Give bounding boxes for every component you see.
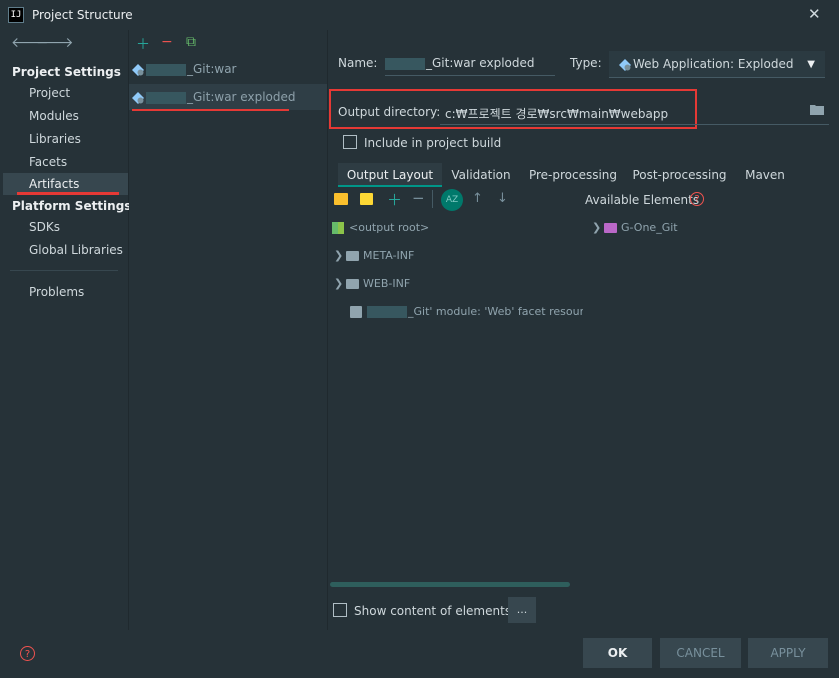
sort-alpha-icon[interactable]: AZ: [441, 189, 463, 211]
sidebar-item-project[interactable]: Project: [0, 82, 128, 104]
redacted-text: [385, 57, 425, 70]
tab-output-layout[interactable]: Output Layout: [338, 163, 442, 187]
redacted-text: [146, 63, 186, 76]
intellij-logo-icon: IJ: [8, 7, 24, 23]
type-dropdown[interactable]: Web Application: Exploded ▼: [609, 51, 825, 78]
artifact-name: _Git:war exploded: [187, 90, 296, 104]
remove-icon[interactable]: −: [161, 34, 173, 50]
sidebar-divider: [10, 270, 118, 271]
output-directory-label: Output directory:: [338, 105, 441, 119]
add-icon[interactable]: ＋: [136, 34, 150, 54]
new-directory-icon[interactable]: [334, 193, 348, 205]
add-element-icon[interactable]: ＋: [387, 189, 402, 210]
chevron-down-icon: ▼: [807, 59, 815, 70]
include-in-build-checkbox[interactable]: [343, 135, 357, 149]
name-label: Name:: [338, 56, 378, 70]
copy-icon[interactable]: ⧉: [186, 34, 196, 50]
move-down-icon[interactable]: ↓: [497, 191, 508, 206]
type-value: Web Application: Exploded: [633, 57, 794, 71]
help-icon[interactable]: ?: [690, 192, 704, 206]
chevron-right-icon: ❯: [334, 249, 344, 262]
output-directory-underline: [440, 124, 829, 125]
sidebar-item-modules[interactable]: Modules: [0, 105, 128, 127]
tree-output-root[interactable]: <output root>: [332, 217, 429, 239]
archive-root-icon: [332, 222, 344, 234]
apply-button[interactable]: APPLY: [748, 638, 828, 668]
move-up-icon[interactable]: ↑: [472, 191, 483, 206]
toolbar-separator: [432, 190, 433, 208]
available-elements-header: Available Elements: [585, 193, 700, 207]
tree-folder-meta-inf[interactable]: ❯ META-INF: [334, 245, 414, 267]
show-content-label: Show content of elements: [354, 604, 512, 618]
cancel-button[interactable]: CANCEL: [660, 638, 741, 668]
remove-element-icon[interactable]: −: [412, 189, 425, 207]
web-artifact-icon: [132, 63, 144, 76]
ok-button[interactable]: OK: [583, 638, 652, 668]
module-facet-label: _Git' module: 'Web' facet resourc: [408, 305, 583, 318]
window-title: Project Structure: [32, 8, 133, 22]
tab-pre-processing[interactable]: Pre-processing: [526, 163, 620, 187]
available-item-g-one-git[interactable]: ❯ G-One_Git: [592, 217, 678, 239]
web-facet-icon: [350, 306, 362, 318]
artifacts-red-underline: [17, 192, 119, 195]
artifact-item-war[interactable]: _Git:war: [129, 56, 327, 82]
sidebar-item-problems[interactable]: Problems: [0, 281, 128, 303]
horizontal-scrollbar[interactable]: [330, 582, 570, 587]
chevron-right-icon: ❯: [592, 221, 602, 234]
artifact-name: _Git:war: [187, 62, 237, 76]
type-label: Type:: [570, 56, 602, 70]
module-folder-icon: [604, 223, 617, 233]
folder-label: WEB-INF: [363, 277, 411, 290]
more-button[interactable]: ...: [508, 597, 536, 623]
chevron-right-icon: ❯: [334, 277, 344, 290]
folder-open-icon[interactable]: [810, 103, 824, 119]
tab-post-processing[interactable]: Post-processing: [630, 163, 729, 187]
web-artifact-icon: [619, 58, 631, 71]
artifacts-list-pane: [129, 30, 328, 630]
tab-validation[interactable]: Validation: [446, 163, 516, 187]
tree-folder-web-inf[interactable]: ❯ WEB-INF: [334, 273, 410, 295]
tree-module-facet-resources[interactable]: _Git' module: 'Web' facet resourc: [350, 301, 583, 323]
name-field[interactable]: _Git:war exploded: [385, 52, 555, 74]
sidebar-item-sdks[interactable]: SDKs: [0, 216, 128, 238]
close-icon[interactable]: ✕: [808, 5, 821, 23]
tab-maven[interactable]: Maven: [740, 163, 790, 187]
folder-icon: [346, 279, 359, 289]
redacted-text: [146, 91, 186, 104]
name-field-underline: [385, 75, 555, 76]
folder-label: META-INF: [363, 249, 415, 262]
name-value: _Git:war exploded: [426, 56, 535, 70]
sidebar-item-global-libraries[interactable]: Global Libraries: [0, 239, 128, 261]
sidebar-item-facets[interactable]: Facets: [0, 151, 128, 173]
output-directory-input[interactable]: c:₩프로젝트 경로₩src₩main₩webapp: [445, 105, 691, 122]
folder-icon: [346, 251, 359, 261]
available-item-label: G-One_Git: [621, 221, 678, 234]
add-copy-icon[interactable]: [360, 193, 373, 205]
web-artifact-icon: [132, 91, 144, 104]
help-icon[interactable]: ?: [20, 646, 35, 661]
include-in-build-label: Include in project build: [364, 136, 502, 150]
artifact-red-underline: [132, 109, 289, 111]
artifact-item-war-exploded[interactable]: _Git:war exploded: [129, 84, 327, 110]
sidebar-item-libraries[interactable]: Libraries: [0, 128, 128, 150]
project-settings-header: Project Settings: [12, 65, 121, 79]
output-root-label: <output root>: [349, 221, 430, 234]
redacted-text: [367, 306, 407, 318]
forward-arrow-icon[interactable]: 🡒: [36, 34, 74, 51]
show-content-checkbox[interactable]: [333, 603, 347, 617]
platform-settings-header: Platform Settings: [12, 199, 132, 213]
